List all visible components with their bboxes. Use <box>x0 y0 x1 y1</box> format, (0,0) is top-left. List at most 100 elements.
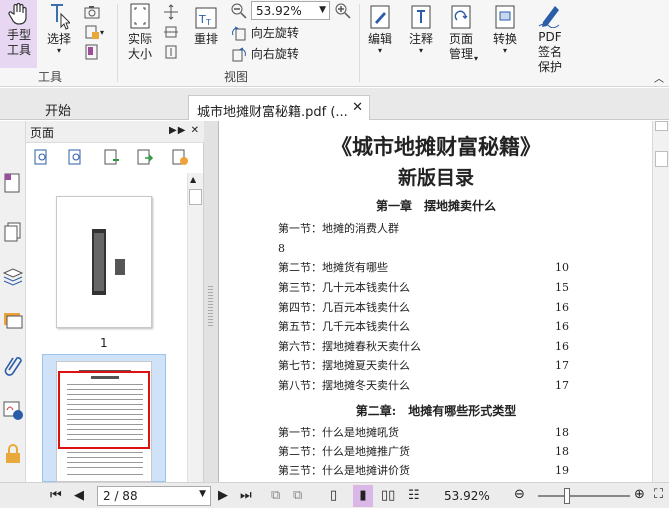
extract-page-icon[interactable] <box>136 148 154 166</box>
panel-collapse-icon[interactable]: ▶▶ ✕ <box>169 125 200 136</box>
edit-icon <box>370 5 390 29</box>
tab-document[interactable]: 城市地摊财富秘籍.pdf (... ✕ <box>188 95 370 120</box>
toc-row-label: 第一节：地摊的消费人群 <box>278 222 399 235</box>
toc-row: 第三节：什么是地摊讲价货 <box>278 464 578 478</box>
cover-thumbnail-image <box>92 229 125 295</box>
insert-page-icon[interactable] <box>103 148 121 166</box>
hand-tool-button[interactable]: 手型 工具 <box>2 2 36 58</box>
toc-row-label: 第六节：摆地摊春秋天卖什么 <box>278 340 421 353</box>
rotate-right-button[interactable]: 向右旋转 <box>231 45 299 63</box>
zoom-out-circle-icon[interactable]: ⊖ <box>514 487 525 502</box>
clipboard-dropdown-arrow[interactable]: ▾ <box>100 28 104 37</box>
scroll-up-icon[interactable]: ▲ <box>190 175 196 184</box>
ribbon-separator <box>359 4 360 82</box>
page-thumbnail-1[interactable] <box>56 196 152 328</box>
close-tab-icon[interactable]: ✕ <box>352 100 363 115</box>
edit-button[interactable]: 编辑 ▾ <box>364 4 396 55</box>
svg-text:T: T <box>205 18 211 27</box>
clipboard-icon[interactable] <box>84 24 100 40</box>
pages-panel-scrollbar[interactable]: ▲ <box>187 173 203 482</box>
snapshot-icon[interactable] <box>84 4 100 20</box>
previous-page-icon[interactable]: ◀ <box>74 488 84 503</box>
go-back-icon[interactable]: ⧉ <box>271 488 280 503</box>
pages-panel-icon[interactable] <box>1 171 25 195</box>
rotate-right-label: 向右旋转 <box>250 47 299 61</box>
zoom-slider-track[interactable] <box>538 495 630 497</box>
zoom-out-icon[interactable] <box>231 3 247 19</box>
tools-group-label: 工具 <box>38 70 63 84</box>
hand-tool-label: 手型 工具 <box>6 28 31 57</box>
attachment-icon[interactable] <box>1 352 25 376</box>
annotate-label: 注释 <box>408 32 433 46</box>
layers-icon[interactable] <box>1 264 25 288</box>
next-page-icon[interactable]: ▶ <box>218 488 228 503</box>
continuous-facing-view-icon[interactable]: ☷ <box>408 488 420 503</box>
facing-page-view-icon[interactable]: ▯▯ <box>381 488 395 503</box>
toc-row: 第一节：地摊的消费人群 <box>278 222 578 236</box>
fit-page-icon[interactable] <box>163 4 179 20</box>
lock-icon[interactable] <box>1 442 25 466</box>
go-forward-icon[interactable]: ⧉ <box>293 488 302 503</box>
toc-row-label: 第五节：几千元本钱卖什么 <box>278 320 410 333</box>
zoom-in-thumbnail-icon[interactable] <box>33 148 51 166</box>
select-tool-button[interactable]: 选择 ▾ <box>44 2 74 55</box>
scroll-up-button[interactable] <box>655 121 668 131</box>
bookmark-page-icon[interactable] <box>84 44 100 60</box>
signature-panel-icon[interactable] <box>1 398 25 422</box>
zoom-combobox[interactable]: 53.92% ▼ <box>251 1 330 20</box>
toc-row-label: 第三节：几十元本钱卖什么 <box>278 281 410 294</box>
pages-panel-scroll-thumb[interactable] <box>189 189 202 205</box>
zoom-in-icon[interactable] <box>335 3 351 19</box>
collapse-ribbon-icon[interactable]: ︿ <box>654 70 664 85</box>
fullscreen-icon[interactable]: ⛶ <box>654 487 663 502</box>
rotate-left-button[interactable]: 向左旋转 <box>231 24 299 42</box>
toc-page-number: 15 <box>555 281 569 294</box>
toc-row-label: 第七节：摆地摊夏天卖什么 <box>278 359 410 372</box>
toc-page-number: 16 <box>555 301 569 314</box>
layers-copy-icon[interactable] <box>1 219 25 243</box>
continuous-page-view-icon[interactable]: ▮ <box>353 485 373 507</box>
toc-page-number: 18 <box>555 426 569 439</box>
toc-page-number: 17 <box>555 359 569 372</box>
toc-row: 第八节：摆地摊冬天卖什么 <box>278 379 578 393</box>
select-text-icon <box>51 4 70 30</box>
document-view[interactable]: 《城市地摊财富秘籍》 新版目录 第一章 摆地摊卖什么 第一节：地摊的消费人群 8… <box>218 121 652 482</box>
left-icon-bar <box>0 121 26 482</box>
page-number-input[interactable]: 2 / 88 ▼ <box>97 486 211 506</box>
delete-page-icon[interactable] <box>171 148 189 166</box>
toc-row-label: 第二节：地摊货有哪些 <box>278 261 388 274</box>
annotate-button[interactable]: 注释 ▾ <box>404 4 438 55</box>
toc-row: 第七节：摆地摊夏天卖什么 <box>278 359 578 373</box>
chevron-down-icon: ▼ <box>319 5 326 15</box>
pdf-sign-button[interactable]: PDF 签名 保护 <box>530 2 570 75</box>
document-scroll-thumb[interactable] <box>655 151 668 167</box>
page-manage-dropdown-arrow[interactable]: ▾ <box>474 54 478 63</box>
zoom-out-thumbnail-icon[interactable] <box>67 148 85 166</box>
reflow-button[interactable]: TT 重排 <box>190 6 222 47</box>
panel-splitter[interactable] <box>204 121 218 482</box>
splitter-grip[interactable] <box>208 286 213 326</box>
reflow-label: 重排 <box>193 32 218 46</box>
pages-panel-header: 页面 ▶▶ ✕ <box>26 121 204 143</box>
pages-panel-tools <box>26 143 204 173</box>
toc-row: 第五节：几千元本钱卖什么 <box>278 320 578 334</box>
annotate-icon <box>411 5 431 29</box>
convert-button[interactable]: 转换 ▾ <box>489 4 521 55</box>
document-scrollbar[interactable] <box>652 121 669 482</box>
toc-row-label: 第八节：摆地摊冬天卖什么 <box>278 379 410 392</box>
fit-visible-icon[interactable] <box>163 44 179 60</box>
actual-size-label: 实际 大小 <box>127 32 152 61</box>
last-page-icon[interactable]: ⏭ <box>240 488 252 503</box>
fit-width-icon[interactable] <box>163 24 179 40</box>
single-page-view-icon[interactable]: ▯ <box>330 488 337 503</box>
first-page-icon[interactable]: ⏮ <box>50 488 62 503</box>
pdf-page: 《城市地摊财富秘籍》 新版目录 第一章 摆地摊卖什么 第一节：地摊的消费人群 8… <box>219 121 652 482</box>
comments-icon[interactable] <box>1 308 25 332</box>
visible-area-indicator[interactable] <box>58 371 150 449</box>
zoom-slider-thumb[interactable] <box>564 488 570 504</box>
tab-bar: 开始 城市地摊财富秘籍.pdf (... ✕ <box>0 88 669 120</box>
tab-home[interactable]: 开始 <box>37 95 185 120</box>
zoom-in-circle-icon[interactable]: ⊕ <box>634 487 645 502</box>
actual-size-button[interactable]: 实际 大小 <box>123 2 157 62</box>
chapter-heading-2: 第二章: 地摊有哪些形式类型 <box>355 404 517 418</box>
